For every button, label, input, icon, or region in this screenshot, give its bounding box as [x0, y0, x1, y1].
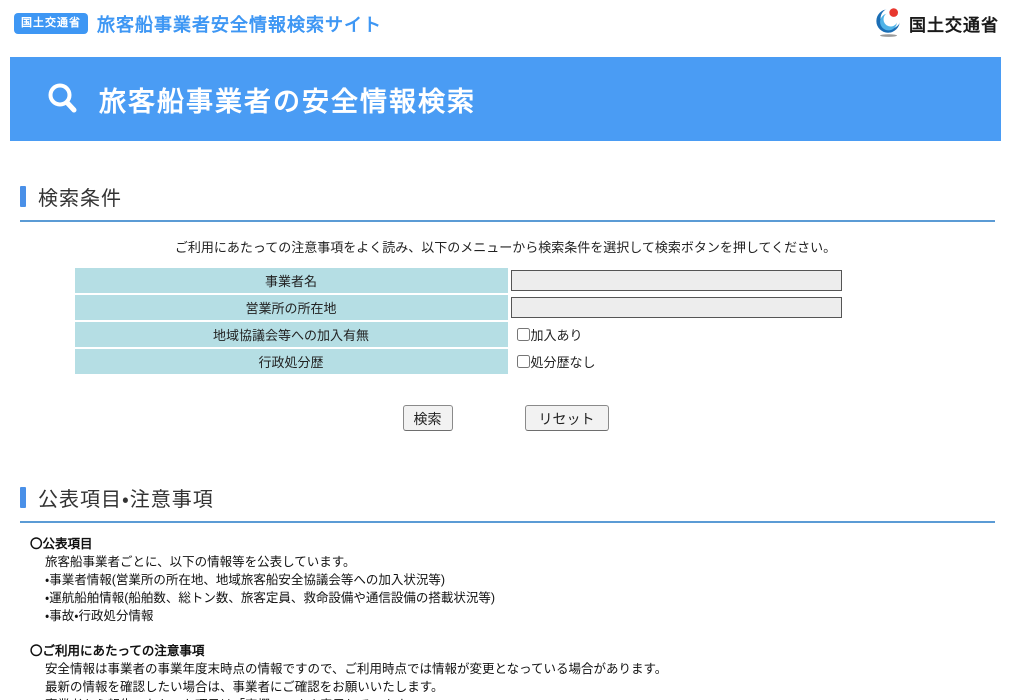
published-items-line: 旅客船事業者ごとに、以下の情報等を公表しています。	[30, 553, 991, 571]
page-title: 旅客船事業者の安全情報検索	[99, 80, 476, 119]
council-membership-checkbox-wrap: 加入あり	[511, 325, 583, 344]
notes-section-title: 公表項目・注意事項	[38, 483, 214, 512]
disposition-history-checkbox[interactable]	[517, 355, 530, 368]
search-instruction: ご利用にあたっての注意事項をよく読み、以下のメニューから検索条件を選択して検索ボ…	[0, 237, 1011, 256]
usage-notes-line: 事業者から報告のなかった項目は「空欄」のまま表示しています。	[30, 696, 991, 700]
notes-block: 〇公表項目 旅客船事業者ごとに、以下の情報等を公表しています。 ・事業者情報(営…	[30, 535, 991, 700]
site-title-link[interactable]: 旅客船事業者安全情報検索サイト	[97, 11, 382, 37]
usage-notes-line: 最新の情報を確認したい場合は、事業者にご確認をお願いいたします。	[30, 678, 991, 696]
published-items-line: ・事故・行政処分情報	[30, 607, 991, 625]
section-accent-bar	[20, 186, 26, 207]
form-buttons: 検索 リセット	[0, 405, 1011, 431]
search-conditions-table: 事業者名 営業所の所在地 地域協議会等への加入有無 加入あり 行政処分歴	[75, 268, 937, 374]
council-membership-checkbox-label: 加入あり	[531, 325, 583, 344]
main-content: 検索条件 ご利用にあたっての注意事項をよく読み、以下のメニューから検索条件を選択…	[0, 182, 1011, 700]
search-section-title: 検索条件	[38, 182, 122, 211]
published-items-title: 〇公表項目	[30, 535, 991, 553]
row-value-office-location	[508, 295, 937, 320]
disposition-history-checkbox-wrap: 処分歴なし	[511, 352, 596, 371]
mlit-logo-text: 国土交通省	[909, 11, 999, 36]
table-row-disposition-history: 行政処分歴 処分歴なし	[75, 349, 937, 374]
table-row-operator-name: 事業者名	[75, 268, 937, 293]
table-row-council-membership: 地域協議会等への加入有無 加入あり	[75, 322, 937, 347]
usage-notes-group: 〇ご利用にあたっての注意事項 安全情報は事業者の事業年度末時点の情報ですので、ご…	[30, 642, 991, 700]
mlit-emblem-icon	[874, 4, 904, 43]
top-header: 国土交通省 旅客船事業者安全情報検索サイト 国土交通省	[0, 0, 1011, 47]
row-label-operator-name: 事業者名	[75, 268, 508, 293]
row-value-disposition-history: 処分歴なし	[508, 349, 937, 374]
published-items-group: 〇公表項目 旅客船事業者ごとに、以下の情報等を公表しています。 ・事業者情報(営…	[30, 535, 991, 625]
published-items-line: ・運航船舶情報(船舶数、総トン数、旅客定員、救命設備や通信設備の搭載状況等)	[30, 589, 991, 607]
office-location-input[interactable]	[511, 297, 842, 318]
council-membership-checkbox[interactable]	[517, 328, 530, 341]
search-button[interactable]: 検索	[403, 405, 453, 431]
search-section-header: 検索条件	[20, 182, 995, 222]
section-accent-bar	[20, 487, 26, 508]
row-label-disposition-history: 行政処分歴	[75, 349, 508, 374]
notes-section-header: 公表項目・注意事項	[20, 483, 995, 523]
operator-name-input[interactable]	[511, 270, 842, 291]
mlit-logo-link[interactable]: 国土交通省	[874, 4, 999, 43]
search-icon	[45, 81, 81, 117]
reset-button[interactable]: リセット	[525, 405, 609, 431]
usage-notes-line: 安全情報は事業者の事業年度末時点の情報ですので、ご利用時点では情報が変更となって…	[30, 660, 991, 678]
table-row-office-location: 営業所の所在地	[75, 295, 937, 320]
page-banner: 旅客船事業者の安全情報検索	[10, 57, 1001, 141]
published-items-line: ・事業者情報(営業所の所在地、地域旅客船安全協議会等への加入状況等)	[30, 571, 991, 589]
disposition-history-checkbox-label: 処分歴なし	[531, 352, 596, 371]
gov-badge: 国土交通省	[14, 13, 88, 34]
row-label-office-location: 営業所の所在地	[75, 295, 508, 320]
row-label-council-membership: 地域協議会等への加入有無	[75, 322, 508, 347]
row-value-operator-name	[508, 268, 937, 293]
usage-notes-title: 〇ご利用にあたっての注意事項	[30, 642, 991, 660]
row-value-council-membership: 加入あり	[508, 322, 937, 347]
